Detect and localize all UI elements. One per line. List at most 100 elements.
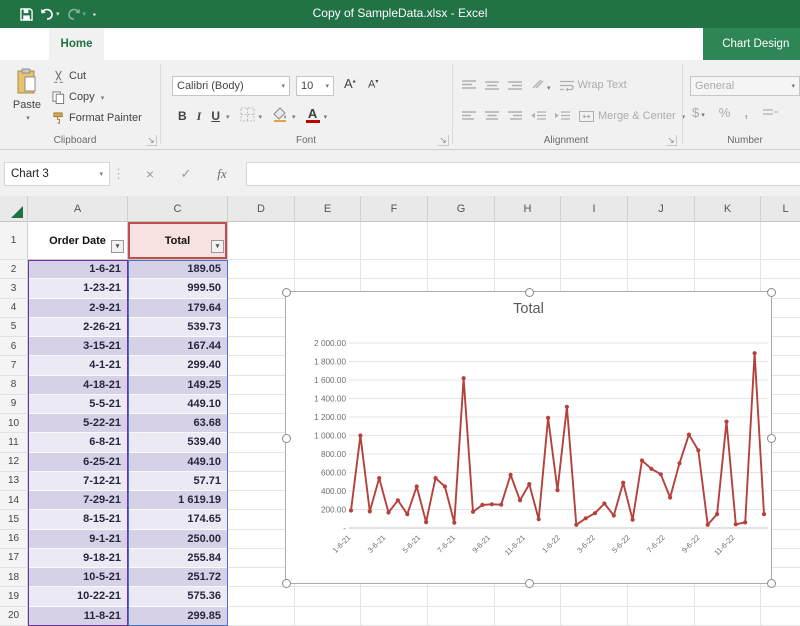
cancel-button[interactable]: × <box>138 162 162 186</box>
total-cell[interactable]: 251.72 <box>128 568 228 587</box>
order-date-cell[interactable]: 4-18-21 <box>28 376 128 395</box>
redo-dropdown-icon[interactable]: ▾ <box>83 10 87 18</box>
order-date-cell[interactable]: 10-5-21 <box>28 568 128 587</box>
cell[interactable] <box>561 587 628 606</box>
total-cell[interactable]: 149.25 <box>128 376 228 395</box>
column-header-c[interactable]: C <box>128 196 228 222</box>
align-top-icon[interactable] <box>462 80 476 91</box>
number-format-combo[interactable]: General <box>690 76 800 96</box>
chart[interactable]: Total -200.00400.00600.00800.001 000.001… <box>285 291 772 584</box>
paste-dropdown-icon[interactable] <box>8 111 46 123</box>
row-header-8[interactable]: 8 <box>0 376 28 395</box>
font-name-dropdown-icon[interactable] <box>279 76 285 96</box>
row-header-12[interactable]: 12 <box>0 453 28 472</box>
cell[interactable] <box>428 222 495 260</box>
data-point-marker[interactable] <box>565 405 569 409</box>
total-cell[interactable]: 179.64 <box>128 299 228 318</box>
undo-dropdown-icon[interactable]: ▾ <box>56 10 60 18</box>
paste-button[interactable]: Paste <box>8 68 46 123</box>
data-point-marker[interactable] <box>349 508 353 512</box>
cell[interactable] <box>295 607 361 626</box>
font-color-button[interactable]: A <box>306 109 320 123</box>
row-header-3[interactable]: 3 <box>0 279 28 298</box>
align-left-icon[interactable] <box>462 111 476 122</box>
redo-button[interactable]: ▾ <box>67 8 87 20</box>
row-header-20[interactable]: 20 <box>0 607 28 626</box>
order-date-cell[interactable]: 10-22-21 <box>28 587 128 606</box>
row-header-19[interactable]: 19 <box>0 587 28 606</box>
tab-home[interactable]: Home <box>49 28 105 60</box>
chart-resize-handle[interactable] <box>767 288 776 297</box>
order-date-cell[interactable]: 1-6-21 <box>28 260 128 279</box>
save-button[interactable] <box>20 8 33 21</box>
fill-color-button[interactable] <box>272 107 288 125</box>
order-date-cell[interactable]: 4-1-21 <box>28 356 128 375</box>
row-header-6[interactable]: 6 <box>0 337 28 356</box>
tab-page-layout[interactable]: Page Layout <box>157 28 246 60</box>
data-point-marker[interactable] <box>753 351 757 355</box>
insert-function-button[interactable]: fx <box>210 162 234 186</box>
cell[interactable] <box>761 222 800 260</box>
cell[interactable] <box>628 607 695 626</box>
copy-dropdown-icon[interactable] <box>99 91 105 103</box>
cell[interactable] <box>495 260 561 279</box>
cell[interactable] <box>695 587 761 606</box>
customize-qat-button[interactable]: ▪ <box>93 10 96 19</box>
cell[interactable] <box>428 607 495 626</box>
order-date-cell[interactable]: 7-12-21 <box>28 472 128 491</box>
cell[interactable] <box>495 587 561 606</box>
total-cell[interactable]: 250.00 <box>128 530 228 549</box>
column-header-h[interactable]: H <box>495 196 561 222</box>
cell[interactable] <box>561 607 628 626</box>
cell[interactable] <box>761 587 800 606</box>
chart-resize-handle[interactable] <box>767 579 776 588</box>
data-point-marker[interactable] <box>602 501 606 505</box>
data-point-marker[interactable] <box>677 461 681 465</box>
data-point-marker[interactable] <box>649 467 653 471</box>
borders-button[interactable] <box>240 107 255 125</box>
chart-resize-handle[interactable] <box>525 288 534 297</box>
data-point-marker[interactable] <box>433 476 437 480</box>
chart-resize-handle[interactable] <box>767 434 776 443</box>
cell[interactable] <box>695 260 761 279</box>
order-date-cell[interactable]: 9-1-21 <box>28 530 128 549</box>
data-point-marker[interactable] <box>480 503 484 507</box>
tab-formulas[interactable]: Formulas <box>246 28 318 60</box>
data-point-marker[interactable] <box>386 510 390 514</box>
order-date-cell[interactable]: 2-9-21 <box>28 299 128 318</box>
cell[interactable] <box>361 222 428 260</box>
font-size-dropdown-icon[interactable] <box>323 76 329 96</box>
data-point-marker[interactable] <box>490 502 494 506</box>
cell[interactable] <box>228 587 295 606</box>
align-middle-icon[interactable] <box>485 80 499 91</box>
data-point-marker[interactable] <box>724 420 728 424</box>
row-header-11[interactable]: 11 <box>0 433 28 452</box>
total-cell[interactable]: 539.73 <box>128 318 228 337</box>
data-point-marker[interactable] <box>734 522 738 526</box>
data-point-marker[interactable] <box>405 512 409 516</box>
order-date-filter-button[interactable]: ▾ <box>111 240 124 253</box>
cell[interactable] <box>428 260 495 279</box>
increase-decimal-icon[interactable] <box>762 107 778 119</box>
column-header-l[interactable]: L <box>761 196 800 222</box>
row-header-4[interactable]: 4 <box>0 299 28 318</box>
increase-indent-icon[interactable] <box>555 111 570 122</box>
data-point-marker[interactable] <box>574 523 578 527</box>
cell[interactable] <box>228 607 295 626</box>
row-header-10[interactable]: 10 <box>0 414 28 433</box>
data-point-marker[interactable] <box>499 503 503 507</box>
data-point-marker[interactable] <box>518 498 522 502</box>
clipboard-dialog-launcher[interactable]: ↘ <box>146 135 157 146</box>
total-cell[interactable]: 255.84 <box>128 549 228 568</box>
cell[interactable] <box>361 260 428 279</box>
data-point-marker[interactable] <box>612 513 616 517</box>
total-filter-button[interactable]: ▾ <box>211 240 224 253</box>
tab-help[interactable]: Help <box>577 28 625 60</box>
data-point-marker[interactable] <box>687 433 691 437</box>
data-point-marker[interactable] <box>415 484 419 488</box>
align-bottom-icon[interactable] <box>508 80 522 91</box>
merge-center-button[interactable]: Merge & Center <box>579 107 685 125</box>
row-header-18[interactable]: 18 <box>0 568 28 587</box>
data-point-marker[interactable] <box>462 376 466 380</box>
formula-bar-splitter[interactable]: ⋮ <box>112 162 124 186</box>
